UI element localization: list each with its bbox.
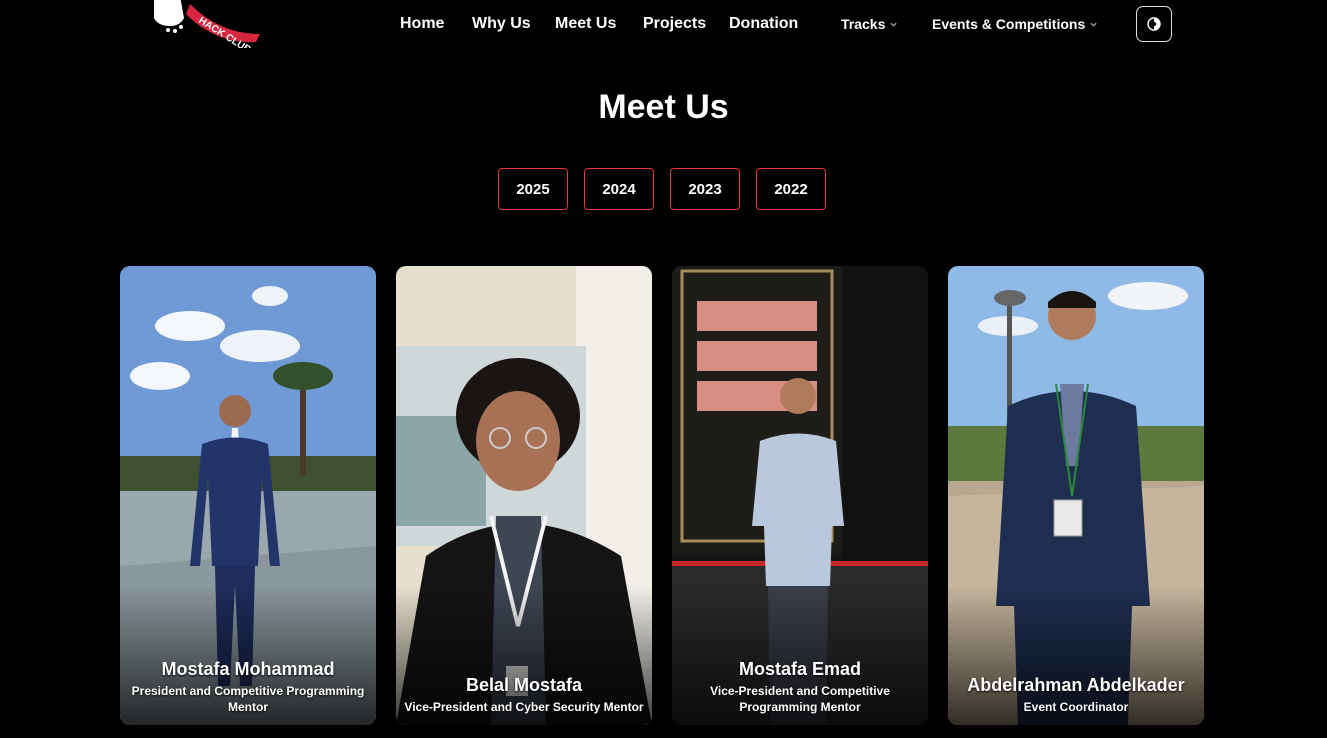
nav-meet-us[interactable]: Meet Us — [555, 15, 616, 33]
member-role: Vice-President and Competitive Programmi… — [710, 684, 890, 714]
nav-events-dropdown[interactable]: Events & Competitions — [932, 16, 1098, 32]
member-role: Event Coordinator — [1023, 700, 1129, 714]
member-card[interactable]: Abdelrahman Abdelkader Event Coordinator — [948, 266, 1204, 725]
member-name: Mostafa Emad — [738, 659, 862, 679]
theme-toggle-icon — [1147, 17, 1161, 31]
top-navbar: HACK CLUB Home Why Us Meet Us Projects D… — [0, 0, 1327, 56]
year-button-2024[interactable]: 2024 — [584, 168, 654, 210]
logo-text: HACK CLUB — [196, 15, 252, 48]
member-card[interactable]: Belal Mostafa Vice-President and Cyber S… — [396, 266, 652, 725]
member-name: Belal Mostafa — [465, 675, 583, 695]
member-role: Vice-President and Cyber Security Mentor — [404, 700, 644, 714]
chevron-down-icon — [1090, 22, 1097, 27]
nav-tracks-label: Tracks — [841, 16, 886, 32]
member-caption: Mostafa Emad Vice-President and Competit… — [672, 659, 928, 715]
year-filter: 2025 2024 2023 2022 — [498, 168, 826, 210]
year-button-2022[interactable]: 2022 — [756, 168, 826, 210]
page-title: Meet Us — [598, 88, 729, 126]
year-button-2025[interactable]: 2025 — [498, 168, 568, 210]
member-name: Abdelrahman Abdelkader — [967, 675, 1185, 695]
hack-club-logo[interactable]: HACK CLUB — [150, 0, 262, 56]
chevron-down-icon — [890, 22, 897, 27]
member-card[interactable]: Mostafa Mohammad President and Competiti… — [120, 266, 376, 725]
nav-donation[interactable]: Donation — [729, 15, 798, 33]
theme-toggle-button[interactable] — [1136, 6, 1172, 42]
year-button-2023[interactable]: 2023 — [670, 168, 740, 210]
nav-home[interactable]: Home — [400, 15, 444, 33]
member-role: President and Competitive Programming Me… — [131, 684, 365, 714]
nav-why-us[interactable]: Why Us — [472, 15, 531, 33]
member-caption: Abdelrahman Abdelkader Event Coordinator — [948, 675, 1204, 715]
member-caption: Belal Mostafa Vice-President and Cyber S… — [396, 675, 652, 715]
member-card[interactable]: Mostafa Emad Vice-President and Competit… — [672, 266, 928, 725]
nav-events-label: Events & Competitions — [932, 16, 1086, 32]
member-name: Mostafa Mohammad — [161, 659, 335, 679]
member-caption: Mostafa Mohammad President and Competiti… — [120, 659, 376, 715]
nav-projects[interactable]: Projects — [643, 15, 706, 33]
nav-tracks-dropdown[interactable]: Tracks — [841, 16, 898, 32]
